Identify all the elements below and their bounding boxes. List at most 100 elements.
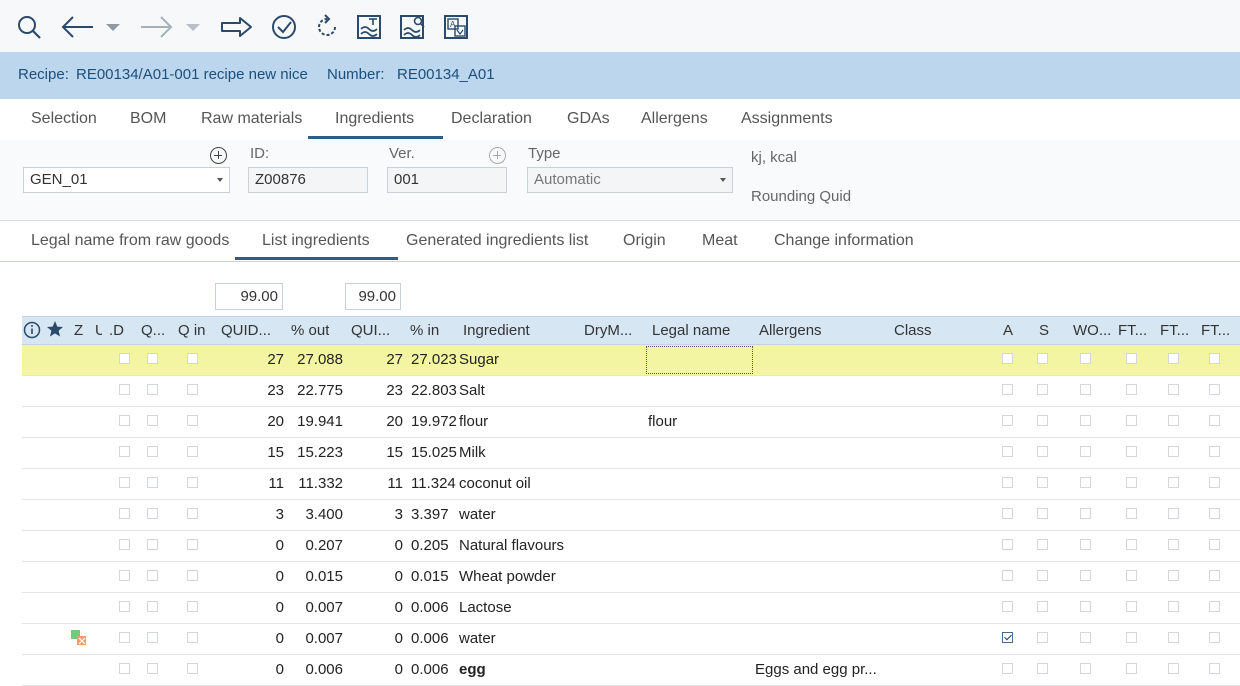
checkbox-ft-1[interactable]: [1126, 663, 1137, 674]
table-row[interactable]: 0 0.007 0 0.006 Lactose: [22, 593, 1240, 624]
pct-in-cell[interactable]: 11.324: [411, 475, 456, 492]
ingredient-cell[interactable]: Salt: [459, 382, 485, 399]
subtab-origin[interactable]: Origin: [623, 232, 666, 250]
forward-dropdown-icon[interactable]: [182, 10, 204, 44]
table-row[interactable]: 23 22.775 23 22.803 Salt: [22, 376, 1240, 407]
pct-in-cell[interactable]: 0.006: [411, 661, 449, 678]
subtab-change-information[interactable]: Change information: [774, 232, 914, 250]
forward-arrow-icon[interactable]: [138, 10, 176, 44]
subtab-generated-list[interactable]: Generated ingredients list: [406, 232, 588, 250]
checkbox-q-in[interactable]: [187, 508, 198, 519]
table-row[interactable]: 0 0.207 0 0.205 Natural flavours: [22, 531, 1240, 562]
quid-out-cell[interactable]: 20: [242, 413, 284, 430]
col-wo[interactable]: WO...: [1073, 322, 1111, 339]
checkbox-d[interactable]: [119, 539, 130, 550]
table-row[interactable]: 3 3.400 3 3.397 water: [22, 500, 1240, 531]
col-pct-in[interactable]: % in: [410, 322, 439, 339]
col-z[interactable]: Z: [74, 322, 83, 339]
pct-out-cell[interactable]: 19.941: [290, 413, 343, 430]
pct-out-cell[interactable]: 3.400: [290, 506, 343, 523]
quid-in-cell[interactable]: 0: [367, 661, 403, 678]
table-row[interactable]: 0 0.007 0 0.006 water: [22, 624, 1240, 655]
pct-out-cell[interactable]: 15.223: [290, 444, 343, 461]
checkbox-q[interactable]: [147, 539, 158, 550]
checkbox-q-in[interactable]: [187, 415, 198, 426]
add-version-icon[interactable]: [489, 147, 506, 164]
checkbox-a[interactable]: [1002, 508, 1013, 519]
checkbox-d[interactable]: [119, 663, 130, 674]
checkbox-ft-2[interactable]: [1168, 570, 1179, 581]
checkbox-wo[interactable]: [1080, 353, 1091, 364]
pct-out-cell[interactable]: 22.775: [290, 382, 343, 399]
checkbox-s[interactable]: [1037, 632, 1048, 643]
checkbox-wo[interactable]: [1080, 632, 1091, 643]
checkbox-q[interactable]: [147, 353, 158, 364]
checkbox-s[interactable]: [1037, 601, 1048, 612]
checkbox-a[interactable]: [1002, 632, 1013, 643]
quid-out-cell[interactable]: 23: [242, 382, 284, 399]
quid-in-cell[interactable]: 15: [367, 444, 403, 461]
focused-cell[interactable]: [646, 346, 753, 374]
add-variant-icon[interactable]: [210, 147, 227, 164]
table-row[interactable]: 15 15.223 15 15.025 Milk: [22, 438, 1240, 469]
legal-name-cell[interactable]: flour: [648, 413, 677, 430]
tab-ingredients[interactable]: Ingredients: [335, 110, 414, 128]
checkbox-q[interactable]: [147, 508, 158, 519]
checkbox-ft-1[interactable]: [1126, 632, 1137, 643]
checkbox-q[interactable]: [147, 446, 158, 457]
checkbox-q-in[interactable]: [187, 353, 198, 364]
checkbox-q-in[interactable]: [187, 663, 198, 674]
pct-in-cell[interactable]: 0.205: [411, 537, 449, 554]
quid-in-cell[interactable]: 3: [367, 506, 403, 523]
checkbox-a[interactable]: [1002, 477, 1013, 488]
checkbox-ft-2[interactable]: [1168, 477, 1179, 488]
checkbox-ft-2[interactable]: [1168, 663, 1179, 674]
checkbox-d[interactable]: [119, 570, 130, 581]
checkbox-ft-3[interactable]: [1209, 663, 1220, 674]
col-class[interactable]: Class: [894, 322, 932, 339]
checkbox-q[interactable]: [147, 384, 158, 395]
checkbox-ft-3[interactable]: [1209, 632, 1220, 643]
ingredient-cell[interactable]: Sugar: [459, 351, 499, 368]
checkbox-a[interactable]: [1002, 415, 1013, 426]
col-quid-out[interactable]: QUID...: [221, 322, 271, 339]
checkbox-wo[interactable]: [1080, 384, 1091, 395]
checkbox-ft-3[interactable]: [1209, 601, 1220, 612]
checkbox-ft-2[interactable]: [1168, 415, 1179, 426]
quid-in-cell[interactable]: 11: [367, 475, 403, 492]
quid-out-cell[interactable]: 0: [242, 599, 284, 616]
pct-out-cell[interactable]: 27.088: [290, 351, 343, 368]
check-icon[interactable]: [268, 10, 300, 44]
checkbox-s[interactable]: [1037, 539, 1048, 550]
checkbox-ft-3[interactable]: [1209, 353, 1220, 364]
checkbox-ft-2[interactable]: [1168, 384, 1179, 395]
version-field[interactable]: 001: [387, 167, 507, 193]
checkbox-d[interactable]: [119, 384, 130, 395]
tab-bom[interactable]: BOM: [130, 110, 166, 128]
checkbox-ft-2[interactable]: [1168, 353, 1179, 364]
tab-gdas[interactable]: GDAs: [567, 110, 610, 128]
table-row[interactable]: 20 19.941 20 19.972 flour flour: [22, 407, 1240, 438]
checkbox-s[interactable]: [1037, 446, 1048, 457]
checkbox-ft-1[interactable]: [1126, 353, 1137, 364]
checkbox-q[interactable]: [147, 632, 158, 643]
checkbox-q-in[interactable]: [187, 384, 198, 395]
pct-out-cell[interactable]: 0.007: [290, 599, 343, 616]
checkbox-a[interactable]: [1002, 570, 1013, 581]
checkbox-a[interactable]: [1002, 539, 1013, 550]
checkbox-wo[interactable]: [1080, 477, 1091, 488]
ingredient-cell[interactable]: water: [459, 506, 496, 523]
checkbox-ft-1[interactable]: [1126, 508, 1137, 519]
table-row[interactable]: 0 0.015 0 0.015 Wheat powder: [22, 562, 1240, 593]
quid-in-cell[interactable]: 0: [367, 568, 403, 585]
col-q[interactable]: Q...: [141, 322, 165, 339]
search-icon[interactable]: [14, 10, 44, 44]
col-drym[interactable]: DryM...: [584, 322, 632, 339]
pct-out-cell[interactable]: 11.332: [290, 475, 343, 492]
checkbox-wo[interactable]: [1080, 446, 1091, 457]
checkbox-ft-2[interactable]: [1168, 446, 1179, 457]
checkbox-ft-3[interactable]: [1209, 477, 1220, 488]
col-q-in[interactable]: Q in: [178, 322, 206, 339]
subtab-list-ingredients[interactable]: List ingredients: [262, 232, 370, 250]
checkbox-ft-1[interactable]: [1126, 446, 1137, 457]
